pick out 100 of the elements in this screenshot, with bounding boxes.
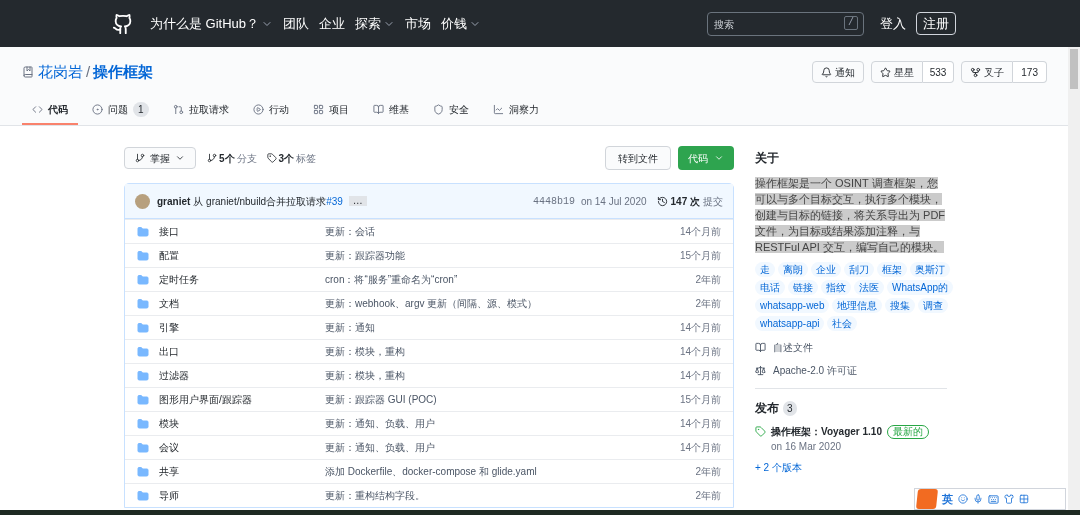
scale-icon — [755, 365, 766, 376]
commit-message-link[interactable]: 添加 Dockerfile、docker-compose 和 glide.yaml — [325, 464, 537, 479]
topic-tag[interactable]: 调查 — [918, 298, 949, 313]
nav-link[interactable]: 为什么是 GitHub？ — [150, 13, 274, 34]
more-releases-link[interactable]: + 2 个版本 — [755, 462, 802, 474]
topic-tag[interactable]: WhatsApp的 — [887, 280, 954, 295]
file-name-link[interactable]: 引擎 — [159, 320, 325, 335]
repository-tab[interactable]: 洞察力 — [482, 95, 549, 125]
sign-in-link[interactable]: 登入 — [880, 13, 906, 34]
commit-message-link[interactable]: 更新：跟踪器 GUI (POC) — [325, 392, 437, 407]
file-name-link[interactable]: 过滤器 — [159, 368, 325, 383]
keyboard-icon[interactable] — [988, 493, 999, 505]
file-name-link[interactable]: 出口 — [159, 344, 325, 359]
file-name-link[interactable]: 导师 — [159, 488, 325, 503]
avatar — [135, 193, 150, 209]
commits-link[interactable]: 147 次 提交 — [656, 193, 723, 209]
owner-link[interactable]: 花岗岩 — [38, 60, 83, 84]
folder-icon — [137, 273, 149, 286]
repository-tab[interactable]: 代码 — [22, 95, 78, 125]
commit-age: 14个月前 — [679, 441, 721, 455]
repository-tab[interactable]: 行动 — [242, 95, 299, 125]
commit-message-link[interactable]: 更新：webhook、argv 更新（间隔、源、模式） — [325, 296, 538, 311]
shirt-icon[interactable] — [1004, 494, 1014, 504]
repository-tab[interactable]: 维基 — [362, 95, 419, 125]
folder-icon — [137, 321, 149, 334]
nav-link[interactable]: 企业 — [319, 13, 346, 34]
commit-hash[interactable]: 4448b19 — [532, 193, 575, 209]
nav-link[interactable]: 团队 — [283, 13, 310, 34]
topic-tag[interactable]: 框架 — [877, 262, 907, 277]
topic-tag[interactable]: 企业 — [811, 262, 841, 277]
smile-icon[interactable] — [958, 494, 968, 504]
file-name-link[interactable]: 接口 — [159, 224, 325, 239]
topic-tag[interactable]: 离朗 — [778, 262, 808, 277]
microphone-icon[interactable] — [973, 494, 983, 504]
pull-request-link[interactable]: #39 — [326, 193, 343, 209]
repository-tab[interactable]: 问题 1 — [82, 95, 159, 125]
commit-age: 2年前 — [695, 465, 721, 479]
topic-tag[interactable]: 电话 — [755, 280, 785, 295]
commit-message-link[interactable]: 更新：重构结构字段。 — [325, 488, 425, 503]
file-name-link[interactable]: 图形用户界面/跟踪器 — [159, 392, 325, 407]
star-button[interactable]: 星星 — [870, 61, 923, 83]
commit-age: 15个月前 — [679, 249, 721, 263]
scrollbar-thumb[interactable] — [1070, 49, 1078, 89]
repository-name-link[interactable]: 操作框架 — [93, 60, 154, 84]
topic-tag[interactable]: 地理信息 — [832, 298, 883, 313]
input-language-label[interactable]: 英 — [942, 490, 953, 508]
commit-message-link[interactable]: 更新：会话 — [325, 224, 375, 239]
topic-tag[interactable]: 社会 — [827, 316, 858, 331]
topic-tag[interactable]: whatsapp-web — [755, 298, 830, 313]
fork-count[interactable]: 173 — [1013, 61, 1047, 83]
commit-age: 14个月前 — [679, 369, 721, 383]
file-name-link[interactable]: 配置 — [159, 248, 325, 263]
file-name-link[interactable]: 定时任务 — [159, 272, 325, 287]
file-name-link[interactable]: 共享 — [159, 464, 325, 479]
star-count[interactable]: 533 — [922, 61, 955, 83]
repository-tab[interactable]: 项目 — [302, 95, 359, 125]
topic-tag[interactable]: 搜集 — [885, 298, 916, 313]
expand-message-button[interactable]: … — [348, 196, 367, 206]
nav-link[interactable]: 市场 — [405, 13, 432, 34]
sign-up-button[interactable]: 注册 — [916, 11, 956, 36]
nav-link[interactable]: 价钱 — [441, 13, 482, 34]
commit-age: 14个月前 — [679, 417, 721, 431]
commit-message-link[interactable]: 更新：通知、负载、用户 — [325, 440, 435, 455]
commit-message-link[interactable]: 更新：通知、负载、用户 — [325, 416, 435, 431]
repository-tab[interactable]: 拉取请求 — [162, 95, 239, 125]
release-name-link[interactable]: 操作框架：Voyager 1.10 — [771, 424, 882, 439]
file-name-link[interactable]: 会议 — [159, 440, 325, 455]
commit-author[interactable]: graniet — [157, 193, 191, 209]
file-name-link[interactable]: 文档 — [159, 296, 325, 311]
commit-message-link[interactable]: 更新：通知 — [325, 320, 375, 335]
topic-tag[interactable]: whatsapp-api — [755, 316, 825, 331]
readme-link[interactable]: 自述文件 — [755, 340, 947, 355]
repository-tab[interactable]: 安全 — [422, 95, 479, 125]
commit-message-link[interactable]: 更新：跟踪器功能 — [325, 248, 405, 263]
topic-tag[interactable]: 指纹 — [821, 280, 851, 295]
path-separator: / — [86, 61, 91, 82]
nav-link[interactable]: 探索 — [355, 13, 396, 34]
file-name-link[interactable]: 模块 — [159, 416, 325, 431]
topic-tag[interactable]: 奥斯汀 — [910, 262, 950, 277]
branch-select-button[interactable]: 掌握 — [124, 147, 196, 169]
commit-message[interactable]: 从 graniet/nbuild合并拉取请求 — [193, 193, 327, 209]
go-to-file-button[interactable]: 转到文件 — [605, 146, 671, 170]
watch-button[interactable]: 通知 — [811, 61, 864, 83]
tab-icon — [492, 103, 504, 115]
topic-tag[interactable]: 链接 — [788, 280, 818, 295]
tag-icon — [266, 153, 277, 163]
topic-tag[interactable]: 法医 — [854, 280, 884, 295]
commit-message-link[interactable]: cron：将“服务”重命名为“cron” — [325, 272, 458, 287]
github-logo-icon[interactable] — [112, 12, 134, 35]
tab-icon — [372, 103, 384, 115]
tags-link[interactable]: 3个 标签 — [266, 150, 317, 166]
branches-link[interactable]: 5个 分支 — [207, 150, 257, 166]
tag-icon — [755, 426, 766, 437]
topic-tag[interactable]: 走 — [755, 262, 775, 277]
topic-tag[interactable]: 刮刀 — [844, 262, 874, 277]
fork-button[interactable]: 叉子 — [961, 61, 1014, 83]
commit-message-link[interactable]: 更新：模块，重构 — [325, 368, 405, 383]
license-link[interactable]: Apache-2.0 许可证 — [755, 363, 947, 378]
grid-icon[interactable] — [1019, 494, 1029, 504]
commit-message-link[interactable]: 更新：模块，重构 — [325, 344, 405, 359]
